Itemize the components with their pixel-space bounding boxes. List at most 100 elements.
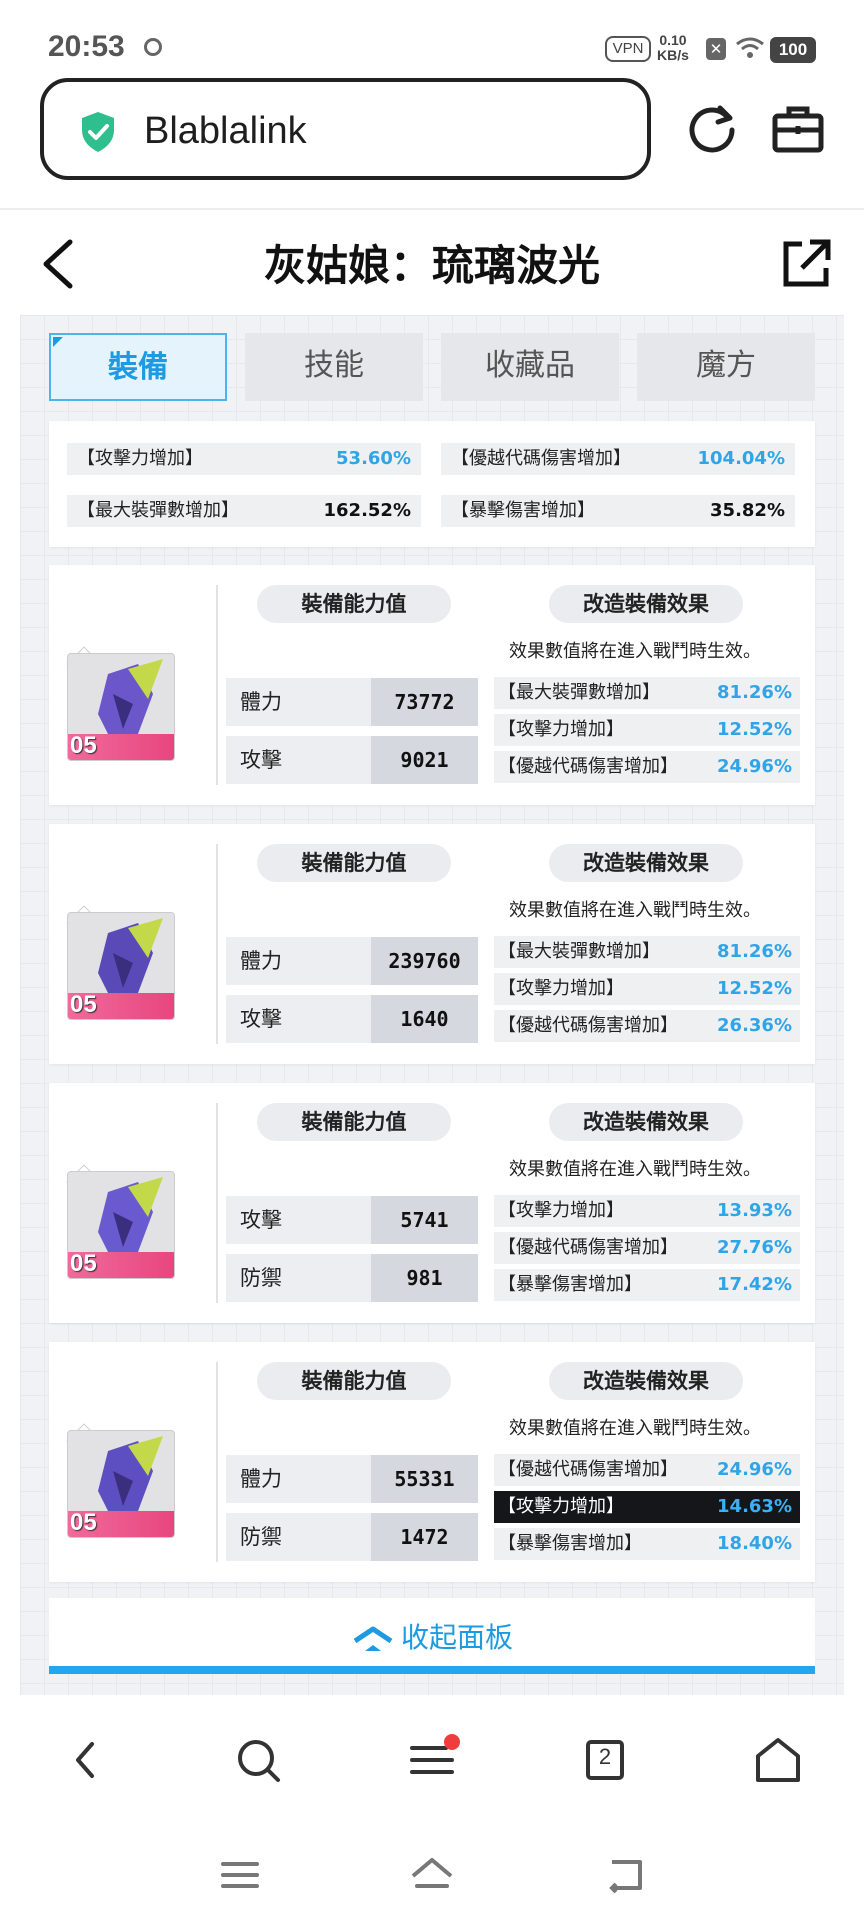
effect-row: 【攻擊力增加】 12.52% — [494, 973, 800, 1005]
summary-value: 104.04% — [697, 448, 786, 469]
shield-icon — [82, 112, 114, 152]
effect-label: 【優越代碼傷害增加】 — [498, 1459, 678, 1480]
tab-equipment[interactable]: 裝備 — [49, 333, 227, 401]
effects-note: 效果數值將在進入戰鬥時生效。 — [509, 1159, 761, 1180]
collapse-accent-bar — [49, 1666, 815, 1674]
search-icon[interactable] — [228, 1730, 288, 1790]
effect-value: 27.76% — [717, 1237, 792, 1258]
stat-label: 攻擊 — [226, 1196, 371, 1244]
effect-row: 【優越代碼傷害增加】 24.96% — [494, 1454, 800, 1486]
effect-value: 18.40% — [717, 1533, 792, 1554]
effect-label: 【暴擊傷害增加】 — [498, 1533, 642, 1554]
effect-label: 【攻擊力增加】 — [498, 1496, 624, 1517]
tab-skills[interactable]: 技能 — [245, 333, 423, 401]
effects-title: 改造裝備效果 — [549, 1362, 743, 1400]
effect-row: 【攻擊力增加】 13.93% — [494, 1195, 800, 1227]
stat-value: 55331 — [371, 1455, 478, 1503]
stat-row: 體力 239760 — [226, 937, 478, 985]
status-bar: 20:53 VPN 0.10 KB/s ✕ 100 — [0, 0, 864, 70]
effect-value: 24.96% — [717, 1459, 792, 1480]
stat-row: 防禦 981 — [226, 1254, 478, 1302]
effect-row: 【優越代碼傷害增加】 27.76% — [494, 1232, 800, 1264]
equipment-level: 05 — [70, 1250, 97, 1277]
collapse-panel-button[interactable]: 收起面板 — [49, 1598, 815, 1674]
effects-note: 效果數值將在進入戰鬥時生效。 — [509, 641, 761, 662]
page-title: 灰姑娘：琉璃波光 — [263, 241, 600, 290]
equipment-card: 05 裝備能力值 改造裝備效果 效果數值將在進入戰鬥時生效。 體力 55331 防禦 1472… — [49, 1342, 815, 1582]
summary-row: 【最大裝彈數增加】 162.52% — [67, 495, 421, 527]
equipment-image: 05 — [67, 1430, 175, 1538]
summary-label: 【優越代碼傷害增加】 — [451, 448, 631, 469]
effect-label: 【優越代碼傷害增加】 — [498, 1015, 678, 1036]
effect-row: 【攻擊力增加】 14.63% — [494, 1491, 800, 1523]
effects-title: 改造裝備效果 — [549, 1103, 743, 1141]
notification-icon: ✕ — [706, 38, 726, 60]
effect-value: 12.52% — [717, 978, 792, 999]
divider — [216, 1362, 218, 1562]
network-speed-value: 0.10 — [659, 32, 687, 48]
system-nav-bar — [0, 1820, 864, 1920]
equipment-icon[interactable]: 05 — [66, 1107, 177, 1287]
wifi-icon — [736, 37, 764, 58]
share-icon[interactable] — [780, 238, 832, 290]
effect-row: 【最大裝彈數增加】 81.26% — [494, 677, 800, 709]
tab-count: 2 — [598, 1744, 612, 1769]
tab-collection[interactable]: 收藏品 — [441, 333, 619, 401]
effect-label: 【攻擊力增加】 — [498, 978, 624, 999]
equipment-image: 05 — [67, 1171, 175, 1279]
stat-value: 981 — [371, 1254, 478, 1302]
equipment-icon[interactable]: 05 — [66, 589, 177, 769]
menu-icon[interactable] — [402, 1730, 462, 1790]
tabs-icon[interactable]: 2 — [575, 1730, 635, 1790]
equipment-level: 05 — [70, 1509, 97, 1536]
summary-row: 【攻擊力增加】 53.60% — [67, 443, 421, 475]
equipment-icon[interactable]: 05 — [66, 848, 177, 1028]
stats-title: 裝備能力值 — [257, 1103, 451, 1141]
network-speed: 0.10 KB/s — [657, 33, 689, 63]
home-icon[interactable] — [748, 1730, 808, 1790]
stat-value: 1640 — [371, 995, 478, 1043]
tab-bar: 裝備 技能 收藏品 魔方 — [49, 333, 815, 401]
back-icon[interactable] — [56, 1730, 116, 1790]
stat-label: 體力 — [226, 1455, 371, 1503]
stat-label: 體力 — [226, 937, 371, 985]
effect-value: 26.36% — [717, 1015, 792, 1036]
stat-row: 防禦 1472 — [226, 1513, 478, 1561]
stat-label: 攻擊 — [226, 736, 371, 784]
stat-label: 防禦 — [226, 1254, 371, 1302]
stat-row: 攻擊 5741 — [226, 1196, 478, 1244]
recent-apps-icon[interactable] — [215, 1850, 265, 1900]
effect-value: 81.26% — [717, 682, 792, 703]
toolbox-icon[interactable] — [770, 100, 826, 156]
stats-title: 裝備能力值 — [257, 844, 451, 882]
address-bar[interactable]: Blablalink — [40, 78, 651, 180]
stat-row: 攻擊 9021 — [226, 736, 478, 784]
stat-row: 攻擊 1640 — [226, 995, 478, 1043]
effect-value: 12.52% — [717, 719, 792, 740]
equipment-card: 05 裝備能力值 改造裝備效果 效果數值將在進入戰鬥時生效。 體力 73772 攻擊 9021… — [49, 565, 815, 805]
stat-label: 防禦 — [226, 1513, 371, 1561]
effect-label: 【最大裝彈數增加】 — [498, 941, 660, 962]
effect-value: 14.63% — [717, 1496, 792, 1517]
equipment-level: 05 — [70, 991, 97, 1018]
tab-cube[interactable]: 魔方 — [637, 333, 815, 401]
effect-label: 【暴擊傷害增加】 — [498, 1274, 642, 1295]
equipment-card: 05 裝備能力值 改造裝備效果 效果數值將在進入戰鬥時生效。 體力 239760 攻擊 164… — [49, 824, 815, 1064]
effect-row: 【暴擊傷害增加】 18.40% — [494, 1528, 800, 1560]
equipment-icon[interactable]: 05 — [66, 1366, 177, 1546]
summary-label: 【攻擊力增加】 — [77, 448, 203, 469]
summary-card: 【攻擊力增加】 53.60% 【優越代碼傷害增加】 104.04% 【最大裝彈數… — [49, 421, 815, 547]
summary-row: 【優越代碼傷害增加】 104.04% — [441, 443, 795, 475]
system-back-icon[interactable] — [600, 1850, 650, 1900]
effects-note: 效果數值將在進入戰鬥時生效。 — [509, 1418, 761, 1439]
stats-title: 裝備能力值 — [257, 585, 451, 623]
stat-value: 73772 — [371, 678, 478, 726]
effect-row: 【暴擊傷害增加】 17.42% — [494, 1269, 800, 1301]
system-home-icon[interactable] — [407, 1850, 457, 1900]
summary-label: 【最大裝彈數增加】 — [77, 500, 239, 521]
page-header: 灰姑娘：琉璃波光 — [0, 210, 864, 310]
summary-value: 35.82% — [710, 500, 785, 521]
collapse-label: 收起面板 — [49, 1616, 815, 1656]
reload-icon[interactable] — [684, 100, 740, 156]
collapse-text: 收起面板 — [400, 1621, 513, 1654]
